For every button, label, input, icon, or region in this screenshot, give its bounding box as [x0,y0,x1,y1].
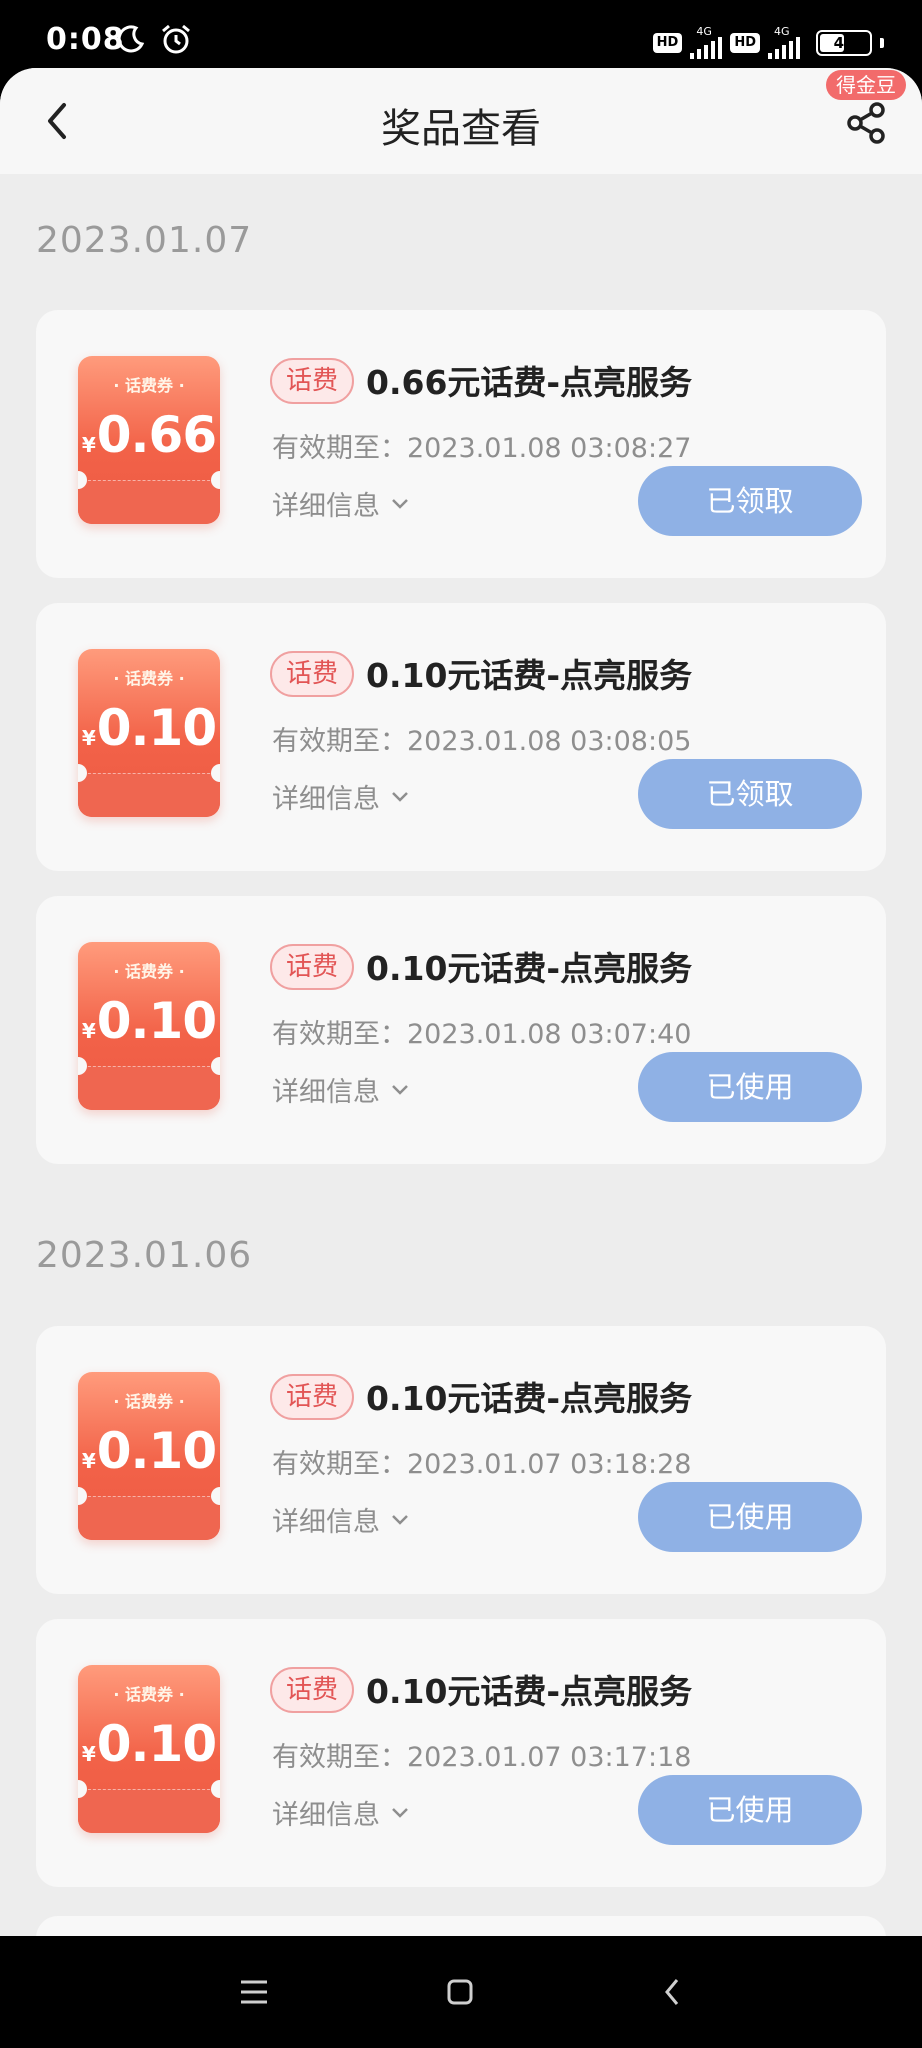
detail-toggle[interactable]: 详细信息 [272,1070,410,1109]
yen-symbol: ¥ [81,1742,96,1766]
signal-2: 4G [768,26,800,59]
moon-icon [117,25,145,53]
ticket-label: · 话费券 · [113,962,185,981]
detail-toggle[interactable]: 详细信息 [272,1500,410,1539]
coupon-ticket: · 话费券 · ¥0.10 [78,1665,220,1833]
yen-symbol: ¥ [81,433,96,457]
hd-badge-2: HD [730,32,760,53]
page-title: 奖品查看 [381,106,541,152]
expiry-text: 有效期至：2023.01.08 03:07:40 [272,1019,692,1050]
menu-icon [241,1980,267,2004]
ticket-amount: ¥0.10 [78,699,220,757]
yen-symbol: ¥ [81,1019,96,1043]
claimed-button[interactable]: 已领取 [638,759,862,829]
amount-value: 0.10 [96,699,217,757]
category-tag: 话费 [270,358,355,404]
prize-title: 0.10元话费-点亮服务 [366,656,693,695]
chevron-down-icon [392,1807,408,1818]
network-label: 4G [696,25,712,38]
prize-title: 0.10元话费-点亮服务 [366,949,693,988]
prize-title: 0.10元话费-点亮服务 [366,1379,693,1418]
used-button[interactable]: 已使用 [638,1775,862,1845]
date-label: 2023.01.06 [36,1235,253,1276]
prize-card[interactable]: · 话费券 · ¥0.10 话费 0.10元话费-点亮服务 有效期至：2023.… [36,1326,886,1594]
amount-value: 0.10 [96,1715,217,1773]
chevron-down-icon [392,1514,408,1525]
ticket-label: · 话费券 · [113,376,185,395]
amount-value: 0.10 [96,992,217,1050]
expiry-text: 有效期至：2023.01.07 03:17:18 [272,1742,692,1773]
network-label-2: 4G [774,25,790,38]
share-button[interactable] [840,96,894,150]
claimed-button[interactable]: 已领取 [638,466,862,536]
expiry-text: 有效期至：2023.01.07 03:18:28 [272,1449,692,1480]
ticket-label: · 话费券 · [113,1392,185,1411]
system-nav-bar [0,1936,922,2048]
ticket-label: · 话费券 · [113,1685,185,1704]
prize-card[interactable]: · 话费券 · ¥0.10 话费 0.10元话费-点亮服务 有效期至：2023.… [36,603,886,871]
status-time: 0:08 [46,22,125,57]
detail-label: 详细信息 [272,1507,380,1538]
coupon-ticket: · 话费券 · ¥0.10 [78,942,220,1110]
detail-label: 详细信息 [272,1077,380,1108]
coupon-ticket: · 话费券 · ¥0.10 [78,1372,220,1540]
battery-level: 47 [833,33,855,52]
signal-bars-icon [768,37,800,59]
hd-badge: HD [652,32,683,53]
menu-button[interactable] [232,1970,276,2014]
amount-value: 0.10 [96,1422,217,1480]
prize-card[interactable]: · 话费券 · ¥0.10 话费 0.10元话费-点亮服务 有效期至：2023.… [36,1619,886,1887]
coupon-ticket: · 话费券 · ¥0.10 [78,649,220,817]
status-left-icons [116,24,192,54]
coupon-ticket: · 话费券 · ¥0.66 [78,356,220,524]
yen-symbol: ¥ [81,1449,96,1473]
app-screen: 奖品查看 得金豆 2023.01.07 · 话费券 · ¥0.66 话费 0.6… [0,68,922,1936]
home-button[interactable] [438,1970,482,2014]
detail-label: 详细信息 [272,1800,380,1831]
prize-title: 0.66元话费-点亮服务 [366,363,693,402]
detail-label: 详细信息 [272,784,380,815]
chevron-down-icon [392,791,408,802]
chevron-down-icon [392,498,408,509]
amount-value: 0.66 [96,406,217,464]
ticket-amount: ¥0.10 [78,992,220,1050]
prize-card[interactable]: · 话费券 · ¥0.10 话费 0.10元话费-点亮服务 有效期至：2023.… [36,896,886,1164]
detail-label: 详细信息 [272,491,380,522]
prize-title: 0.10元话费-点亮服务 [366,1672,693,1711]
nav-back-button[interactable] [650,1970,694,2014]
used-button[interactable]: 已使用 [638,1052,862,1122]
header: 奖品查看 得金豆 [0,68,922,174]
category-tag: 话费 [270,1667,355,1713]
expiry-text: 有效期至：2023.01.08 03:08:05 [272,726,692,757]
ticket-label: · 话费券 · [113,669,185,688]
expiry-text: 有效期至：2023.01.08 03:08:27 [272,433,692,464]
share-icon [847,102,885,144]
category-tag: 话费 [270,1374,355,1420]
category-tag: 话费 [270,944,355,990]
home-icon [447,1979,473,2005]
status-bar: 0:08 HD 4G HD 4G 47 [0,0,922,68]
status-right: HD 4G HD 4G 47 [652,25,884,59]
date-label: 2023.01.07 [36,220,253,261]
battery-icon: 47 [816,29,872,56]
category-tag: 话费 [270,651,355,697]
ticket-amount: ¥0.10 [78,1715,220,1773]
used-button[interactable]: 已使用 [638,1482,862,1552]
nav-back-icon [665,1979,679,2005]
prize-card-partial[interactable] [36,1916,886,1936]
yen-symbol: ¥ [81,726,96,750]
ticket-amount: ¥0.10 [78,1422,220,1480]
prize-card[interactable]: · 话费券 · ¥0.66 话费 0.66元话费-点亮服务 有效期至：2023.… [36,310,886,578]
coin-badge[interactable]: 得金豆 [826,70,906,100]
detail-toggle[interactable]: 详细信息 [272,777,410,816]
detail-toggle[interactable]: 详细信息 [272,484,410,523]
signal-bars-icon [690,37,723,59]
alarm-icon [162,24,190,54]
ticket-amount: ¥0.66 [78,406,220,464]
chevron-down-icon [392,1084,408,1095]
detail-toggle[interactable]: 详细信息 [272,1793,410,1832]
signal-1: 4G [690,25,723,59]
